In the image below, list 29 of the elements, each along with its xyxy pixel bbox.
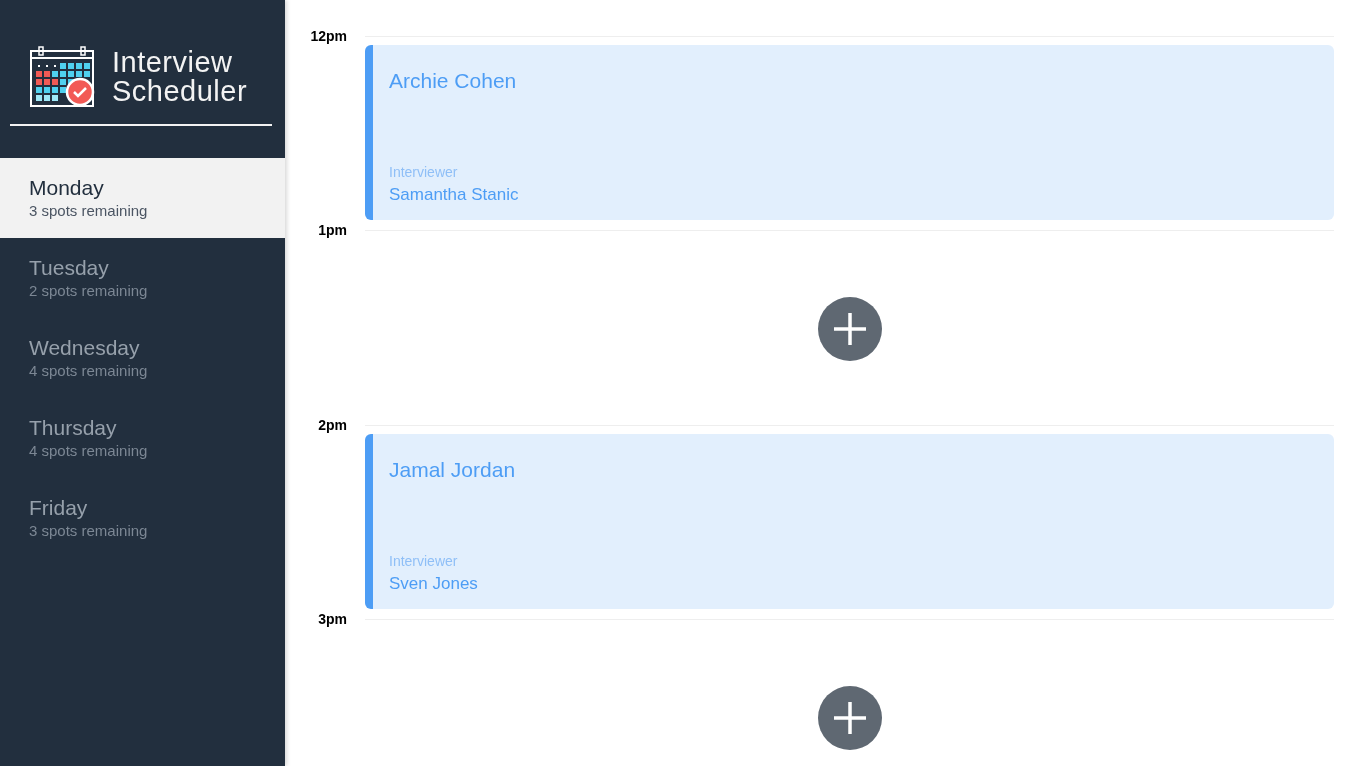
plus-icon [833,312,866,345]
calendar-logo-icon [30,46,96,108]
time-label: 2pm [317,415,347,435]
app-title: Interview Scheduler [112,48,248,106]
student-name: Archie Cohen [389,68,518,94]
interviewer-label: Interviewer [389,163,458,181]
plus-icon [833,701,866,734]
day-name: Tuesday [29,255,110,281]
day-name: Monday [29,175,105,201]
spots-remaining: 4 spots remaining [29,361,149,381]
spots-remaining: 4 spots remaining [29,441,149,461]
time-label: 3pm [317,610,347,629]
day-name: Thursday [29,415,118,441]
spots-remaining: 3 spots remaining [29,201,149,221]
day-name: Friday [29,495,89,521]
day-item[interactable]: Tuesday 2 spots remaining [0,238,285,318]
day-item[interactable]: Wednesday 4 spots remaining [0,318,285,398]
day-item[interactable]: Monday 3 spots remaining [0,158,285,238]
spots-remaining: 3 spots remaining [29,521,149,541]
time-label: 1pm [317,221,347,240]
student-name: Jamal Jordan [389,457,517,483]
interviewer-label: Interviewer [389,552,458,570]
interviewer-name: Samantha Stanic [389,184,520,206]
spots-remaining: 2 spots remaining [29,281,149,301]
day-name: Wednesday [29,335,141,361]
interviewer-name: Sven Jones [389,573,479,595]
day-item[interactable]: Thursday 4 spots remaining [0,398,285,478]
time-label: 12pm [309,26,347,46]
day-item[interactable]: Friday 3 spots remaining [0,478,285,558]
